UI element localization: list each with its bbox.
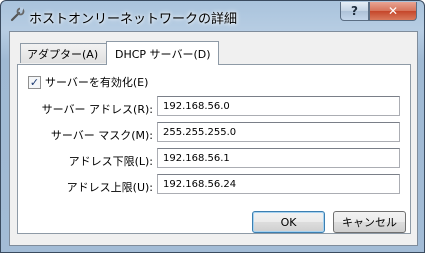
enable-server-checkbox[interactable]: ✓ — [28, 75, 41, 89]
enable-server-row[interactable]: ✓ サーバーを有効化(E) — [28, 74, 148, 90]
lower-address-field[interactable] — [157, 148, 400, 168]
dialog-window: ホストオンリーネットワークの詳細 ? ✕ アダプター(A) DHCP サーバー(… — [0, 0, 425, 253]
dhcp-server-panel: ✓ サーバーを有効化(E) サーバー アドレス(R): サーバー マスク(M):… — [17, 64, 411, 234]
server-address-field[interactable] — [157, 96, 400, 116]
tab-dhcp-server[interactable]: DHCP サーバー(D) — [106, 41, 219, 65]
lower-address-label: アドレス下限(L): — [68, 155, 153, 168]
upper-address-field[interactable] — [157, 174, 400, 194]
close-button[interactable]: ✕ — [369, 2, 417, 21]
enable-server-label: サーバーを有効化(E) — [45, 76, 149, 89]
upper-address-label: アドレス上限(U): — [66, 181, 153, 194]
ok-button[interactable]: OK — [252, 211, 325, 233]
wrench-icon — [10, 7, 25, 22]
title-bar[interactable]: ホストオンリーネットワークの詳細 ? ✕ — [1, 1, 424, 31]
tab-adapter[interactable]: アダプター(A) — [20, 43, 107, 63]
window-title: ホストオンリーネットワークの詳細 — [29, 12, 238, 27]
server-mask-label: サーバー マスク(M): — [50, 129, 153, 142]
help-button[interactable]: ? — [340, 2, 369, 21]
server-address-label: サーバー アドレス(R): — [41, 103, 153, 116]
cancel-button[interactable]: キャンセル — [333, 211, 406, 233]
server-mask-field[interactable] — [157, 122, 400, 142]
checkmark-icon: ✓ — [29, 75, 40, 89]
